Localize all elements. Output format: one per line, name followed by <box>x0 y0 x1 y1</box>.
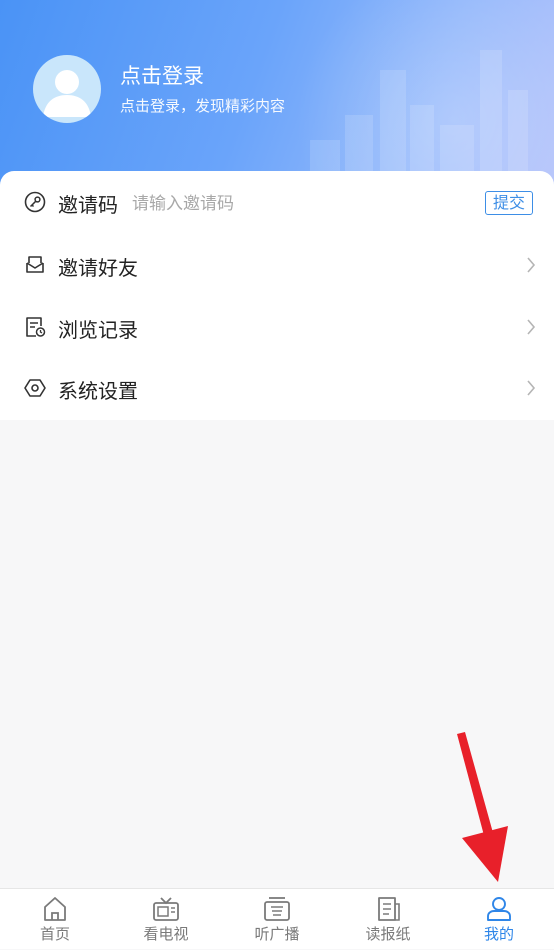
home-icon <box>44 897 66 921</box>
menu-item-browse-history[interactable]: 浏览记录 <box>0 297 554 357</box>
newspaper-icon <box>378 897 400 921</box>
menu-item-system-settings[interactable]: 系统设置 <box>0 358 554 418</box>
tab-label: 看电视 <box>143 925 189 943</box>
annotation-arrow-icon <box>457 732 508 882</box>
tab-newspaper[interactable]: 读报纸 <box>333 889 443 950</box>
invite-code-row: 邀请码 提交 <box>0 172 554 232</box>
bottom-tab-bar: 首页 看电视 听广播 读报纸 我的 <box>0 888 554 949</box>
avatar[interactable] <box>33 55 101 123</box>
tab-mine[interactable]: 我的 <box>444 889 554 950</box>
tab-home[interactable]: 首页 <box>0 889 110 950</box>
chevron-right-icon <box>527 257 536 273</box>
default-user-avatar-icon <box>43 70 91 117</box>
history-doc-icon <box>26 317 46 337</box>
menu-item-label: 浏览记录 <box>58 318 138 342</box>
chevron-right-icon <box>527 380 536 396</box>
tab-label: 读报纸 <box>365 925 411 943</box>
key-icon <box>24 191 46 213</box>
menu-item-label: 系统设置 <box>58 379 138 403</box>
tab-tv[interactable]: 看电视 <box>111 889 221 950</box>
login-title[interactable]: 点击登录 <box>120 60 204 90</box>
menu-item-invite-friends[interactable]: 邀请好友 <box>0 235 554 295</box>
tab-label: 听广播 <box>254 925 300 943</box>
submit-button[interactable]: 提交 <box>485 191 533 215</box>
menu-item-label: 邀请好友 <box>58 256 138 280</box>
hexagon-settings-icon <box>24 379 46 397</box>
radio-icon <box>264 897 290 921</box>
login-subtitle[interactable]: 点击登录，发现精彩内容 <box>120 95 285 116</box>
menu-card: 邀请码 提交 邀请好友 浏览记录 系统设置 <box>0 171 554 420</box>
tab-label: 我的 <box>483 925 514 943</box>
user-icon <box>487 897 511 921</box>
profile-header: 点击登录 点击登录，发现精彩内容 <box>0 0 554 200</box>
tv-icon <box>153 897 179 921</box>
invite-code-input[interactable] <box>132 192 462 216</box>
tab-label: 首页 <box>39 925 70 943</box>
chevron-right-icon <box>527 319 536 335</box>
envelope-icon <box>26 256 44 273</box>
tab-radio[interactable]: 听广播 <box>222 889 332 950</box>
invite-code-label: 邀请码 <box>58 193 118 217</box>
